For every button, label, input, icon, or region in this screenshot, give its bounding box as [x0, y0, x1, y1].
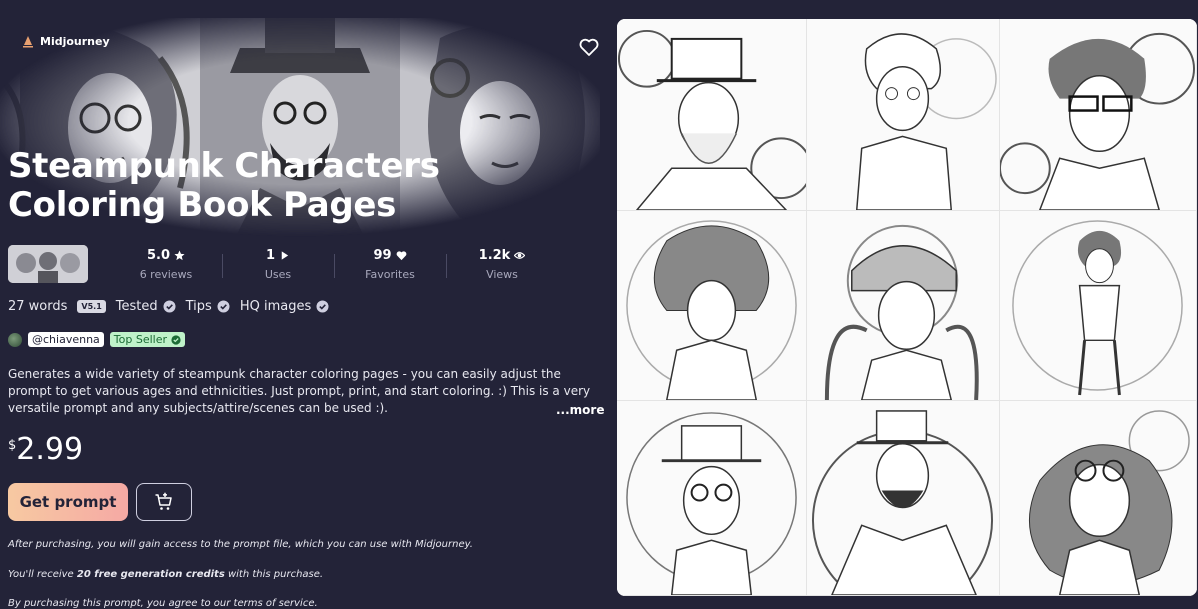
credits-note: You'll receive 20 free generation credit… [8, 569, 323, 580]
credits-note-pre: You'll receive [8, 569, 77, 580]
purchase-note: After purchasing, you will gain access t… [8, 539, 473, 550]
check-badge-icon [316, 300, 329, 313]
gallery-image[interactable] [1000, 401, 1197, 596]
tips-tag: Tips [186, 299, 230, 314]
price-currency: $ [8, 438, 17, 453]
play-icon [281, 250, 289, 260]
prompt-meta-row: 27 words V5.1 Tested Tips HQ images [8, 299, 329, 314]
gallery-image[interactable] [807, 19, 1000, 211]
credits-note-bold: 20 free generation credits [76, 569, 225, 580]
favorites-value: 99 [373, 247, 392, 263]
tested-label: Tested [115, 299, 158, 314]
top-seller-label: Top Seller [113, 333, 167, 346]
rating-value: 5.0 [146, 247, 171, 263]
gallery-image[interactable] [617, 401, 807, 596]
favorites-label: Favorites [365, 267, 415, 281]
word-count: 27 words [8, 299, 68, 314]
version-badge: V5.1 [77, 300, 106, 313]
views-label: Views [486, 267, 518, 281]
page-title: Steampunk Characters Coloring Book Pages [8, 146, 440, 225]
stats-row: 5.0 6 reviews 1 Uses 99 Favorites 1.2k V… [8, 244, 558, 284]
eye-icon [514, 251, 526, 259]
stat-views: 1.2k Views [446, 248, 558, 281]
stat-rating: 5.0 6 reviews [110, 248, 222, 281]
gallery-image[interactable] [1000, 211, 1197, 401]
stat-favorites: 99 Favorites [334, 248, 446, 281]
tested-tag: Tested [116, 299, 176, 314]
price: $ 2.99 [8, 432, 83, 467]
brand-label[interactable]: Midjourney [22, 35, 110, 48]
gallery-image[interactable] [617, 19, 807, 211]
tips-label: Tips [185, 299, 212, 314]
gallery-image[interactable] [807, 211, 1000, 401]
read-more-link[interactable]: ...more [556, 403, 604, 417]
views-value: 1.2k [478, 247, 511, 263]
add-to-cart-icon [155, 492, 172, 510]
check-badge-icon [217, 300, 230, 313]
verified-icon [171, 334, 181, 345]
price-amount: 2.99 [16, 432, 84, 467]
rating-label[interactable]: 6 reviews [110, 268, 222, 281]
add-to-cart-button[interactable] [136, 483, 192, 521]
prompt-description: Generates a wide variety of steampunk ch… [8, 367, 591, 415]
terms-note[interactable]: By purchasing this prompt, you agree to … [8, 598, 318, 609]
sail-icon [23, 35, 33, 47]
star-icon [174, 249, 185, 260]
seller-avatar[interactable] [8, 332, 22, 347]
stat-uses: 1 Uses [222, 248, 334, 281]
gallery-image[interactable] [1000, 19, 1197, 211]
heart-icon [396, 250, 406, 260]
gallery-image[interactable] [617, 211, 807, 401]
hq-images-tag: HQ images [240, 299, 329, 314]
top-seller-badge: Top Seller [109, 332, 185, 347]
uses-value: 1 [265, 247, 276, 263]
prompt-thumbnail[interactable] [8, 245, 88, 283]
check-badge-icon [163, 300, 176, 313]
seller-row: @chiavenna Top Seller [8, 332, 185, 347]
favorite-heart-icon[interactable] [577, 35, 601, 59]
example-images-gallery [617, 19, 1197, 596]
hq-images-label: HQ images [239, 299, 312, 314]
seller-handle-link[interactable]: @chiavenna [28, 332, 104, 347]
get-prompt-button[interactable]: Get prompt [8, 483, 128, 521]
uses-label: Uses [264, 267, 292, 281]
brand-name: Midjourney [40, 35, 110, 48]
credits-note-post: with this purchase. [224, 569, 324, 580]
gallery-image[interactable] [807, 401, 1000, 596]
prompt-details-panel: Midjourney Steampunk Characters Coloring… [0, 0, 610, 609]
